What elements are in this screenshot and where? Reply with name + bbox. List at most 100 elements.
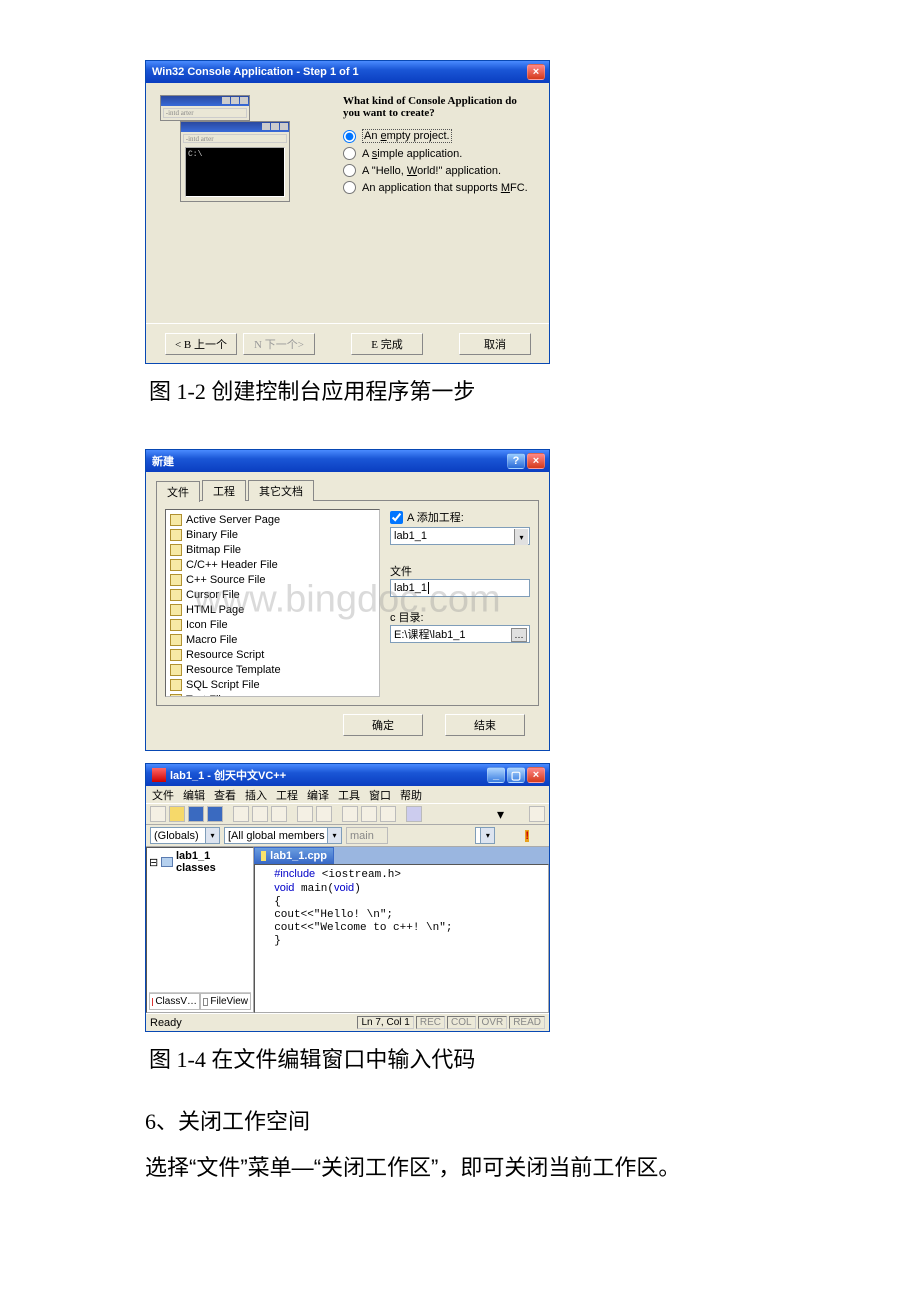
file-icon	[170, 574, 182, 586]
ide-toolbar-2[interactable]: (Globals)▾ [All global members ▾]▾ main …	[146, 825, 549, 847]
copy-icon[interactable]	[252, 806, 268, 822]
file-icon	[170, 679, 182, 691]
minimize-icon[interactable]: _	[487, 767, 505, 783]
project-combo[interactable]: lab1_1 ▾	[390, 527, 530, 545]
window-icon[interactable]	[380, 806, 396, 822]
menu-item[interactable]: 窗口	[369, 787, 391, 803]
file-icon	[170, 604, 182, 616]
newfile-title: 新建	[152, 453, 174, 469]
radio-icon[interactable]	[343, 164, 356, 177]
menu-item[interactable]: 编译	[307, 787, 329, 803]
close-icon[interactable]: ×	[527, 453, 545, 469]
radio-icon[interactable]	[343, 147, 356, 160]
new-icon[interactable]	[150, 806, 166, 822]
workspace-panel[interactable]: ⊟ lab1_1 classes ClassV… FileView	[146, 847, 254, 1013]
function-combo[interactable]: main	[346, 827, 388, 844]
redo-icon[interactable]	[316, 806, 332, 822]
wizard-option-3[interactable]: An application that supports MFC.	[343, 181, 535, 194]
file-icon	[170, 514, 182, 526]
filename-input[interactable]: lab1_1	[390, 579, 530, 597]
radio-icon[interactable]	[343, 181, 356, 194]
menu-item[interactable]: 帮助	[400, 787, 422, 803]
class-tree[interactable]: ⊟ lab1_1 classes	[149, 850, 251, 992]
file-type-item[interactable]: C++ Source File	[168, 572, 377, 587]
file-type-item[interactable]: Macro File	[168, 632, 377, 647]
radio-icon[interactable]	[343, 130, 356, 143]
file-type-list[interactable]: Active Server PageBinary FileBitmap File…	[165, 509, 380, 697]
code-editor[interactable]: #include <iostream.h> void main(void) { …	[254, 864, 549, 1013]
file-type-item[interactable]: Icon File	[168, 617, 377, 632]
output-icon[interactable]	[361, 806, 377, 822]
finish-button[interactable]: E 完成	[351, 333, 423, 355]
chevron-down-icon[interactable]: ▾	[514, 529, 528, 545]
cut-icon[interactable]	[233, 806, 249, 822]
file-type-item[interactable]: Bitmap File	[168, 542, 377, 557]
saveall-icon[interactable]	[207, 806, 223, 822]
browse-button[interactable]: …	[511, 628, 527, 642]
editor-tab[interactable]: lab1_1.cpp	[254, 847, 334, 864]
menu-item[interactable]: 工具	[338, 787, 360, 803]
next-button[interactable]: N 下一个>	[243, 333, 315, 355]
tab-0[interactable]: 文件	[156, 481, 200, 502]
wizard-option-2[interactable]: A "Hello, World!" application.	[343, 164, 535, 177]
file-type-item[interactable]: SQL Script File	[168, 677, 377, 692]
directory-input[interactable]: E:\课程\lab1_1 …	[390, 625, 530, 643]
filename-label: 文件	[390, 563, 530, 579]
newfile-tabs: 文件工程其它文档	[156, 480, 539, 501]
workspace-icon[interactable]	[342, 806, 358, 822]
close-icon[interactable]: ×	[527, 767, 545, 783]
end-button[interactable]: 结束	[445, 714, 525, 736]
wizard-option-1[interactable]: A simple application.	[343, 147, 535, 160]
file-type-item[interactable]: Binary File	[168, 527, 377, 542]
file-type-item[interactable]: Cursor File	[168, 587, 377, 602]
minus-icon[interactable]: ⊟	[149, 856, 158, 869]
tree-root-label[interactable]: lab1_1 classes	[176, 850, 251, 874]
status-col: COL	[447, 1016, 476, 1029]
menu-item[interactable]: 查看	[214, 787, 236, 803]
execute-icon[interactable]: !	[525, 830, 529, 842]
app-icon	[152, 768, 166, 782]
status-rec: REC	[416, 1016, 445, 1029]
file-icon	[170, 649, 182, 661]
file-type-item[interactable]: HTML Page	[168, 602, 377, 617]
ide-toolbar[interactable]: ▾	[146, 803, 549, 825]
menu-item[interactable]: 插入	[245, 787, 267, 803]
close-icon[interactable]: ×	[527, 64, 545, 80]
project-icon	[161, 857, 173, 867]
file-type-item[interactable]: Resource Script	[168, 647, 377, 662]
back-button[interactable]: < B 上一个	[165, 333, 237, 355]
globals-combo[interactable]: (Globals)▾	[150, 827, 220, 844]
open-icon[interactable]	[169, 806, 185, 822]
save-icon[interactable]	[188, 806, 204, 822]
tab-1[interactable]: 工程	[202, 480, 246, 501]
file-type-item[interactable]: Resource Template	[168, 662, 377, 677]
members-combo[interactable]: [All global members ▾]▾	[224, 827, 342, 844]
ok-button[interactable]: 确定	[343, 714, 423, 736]
tab-fileview[interactable]: FileView	[200, 993, 251, 1010]
config-combo[interactable]: ▾	[475, 827, 495, 844]
wizard-option-0[interactable]: An empty project.	[343, 129, 535, 143]
file-type-item[interactable]: C/C++ Header File	[168, 557, 377, 572]
tab-2[interactable]: 其它文档	[248, 480, 314, 501]
new-file-dialog: 新建 ? × 文件工程其它文档 Active Server PageBinary…	[145, 449, 550, 751]
file-type-item[interactable]: Text File	[168, 692, 377, 697]
cancel-button[interactable]: 取消	[459, 333, 531, 355]
ide-menubar[interactable]: 文件编辑查看插入工程编译工具窗口帮助	[146, 786, 549, 803]
tile-combo[interactable]: ▾	[497, 806, 519, 823]
add-to-project-checkbox[interactable]	[390, 511, 403, 524]
file-type-item[interactable]: Active Server Page	[168, 512, 377, 527]
tile-icon[interactable]	[529, 806, 545, 822]
find-icon[interactable]	[406, 806, 422, 822]
menu-item[interactable]: 文件	[152, 787, 174, 803]
menu-item[interactable]: 编辑	[183, 787, 205, 803]
paragraph-step6: 6、关闭工作空间	[145, 1101, 765, 1143]
newfile-titlebar: 新建 ? ×	[146, 450, 549, 472]
directory-label: c 目录:	[390, 609, 530, 625]
undo-icon[interactable]	[297, 806, 313, 822]
paste-icon[interactable]	[271, 806, 287, 822]
help-icon[interactable]: ?	[507, 453, 525, 469]
tab-classview[interactable]: ClassV…	[149, 993, 200, 1010]
menu-item[interactable]: 工程	[276, 787, 298, 803]
maximize-icon[interactable]: ▢	[507, 767, 525, 783]
chevron-down-icon[interactable]: ▾	[497, 806, 504, 822]
